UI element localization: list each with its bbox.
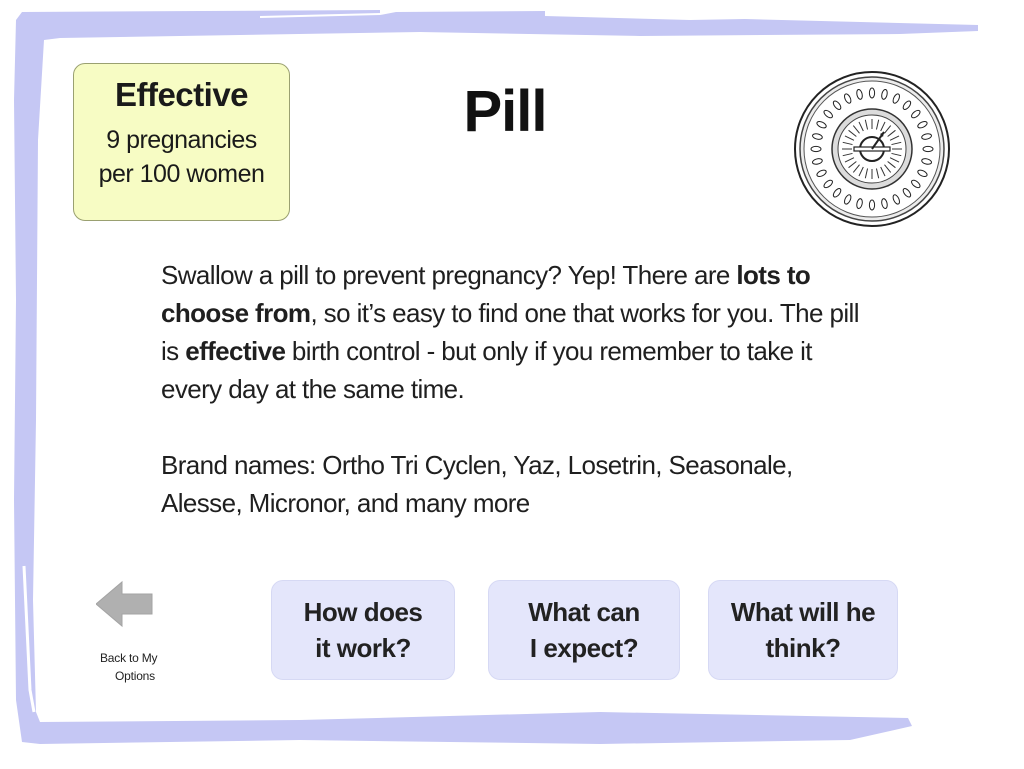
what-will-he-think-button[interactable]: What will he think? xyxy=(708,580,898,680)
back-label-line2: Options xyxy=(115,669,155,683)
pill-dot xyxy=(868,87,876,99)
pill-dot xyxy=(810,145,822,153)
effectiveness-rate-line2: per 100 women xyxy=(98,160,265,188)
how-does-it-work-label: How does it work? xyxy=(303,597,423,663)
pill-dot xyxy=(868,199,876,211)
effectiveness-rate-line1: 9 pregnancies xyxy=(106,126,257,154)
description-text-1: Swallow a pill to prevent pregnancy? Yep… xyxy=(161,260,737,290)
back-label-line1: Back to My xyxy=(100,651,158,665)
what-will-he-think-label: What will he think? xyxy=(730,597,876,663)
back-arrow-icon xyxy=(96,580,153,628)
how-does-it-work-button[interactable]: How does it work? xyxy=(271,580,455,680)
brand-names: Brand names: Ortho Tri Cyclen, Yaz, Lose… xyxy=(161,450,793,518)
pill-pack-icon xyxy=(794,71,950,227)
back-to-options-button[interactable]: Back to My Options xyxy=(90,578,170,688)
back-button-label: Back to My Options xyxy=(90,649,170,685)
description-bold-2: effective xyxy=(185,336,286,366)
description: Swallow a pill to prevent pregnancy? Yep… xyxy=(161,256,861,522)
effectiveness-title: Effective xyxy=(114,76,249,113)
what-can-i-expect-button[interactable]: What can I expect? xyxy=(488,580,680,680)
what-can-i-expect-label: What can I expect? xyxy=(528,597,640,663)
page-title: Pill xyxy=(463,79,547,144)
effectiveness-box: Effective 9 pregnancies per 100 women xyxy=(73,63,290,221)
description-paragraph: Swallow a pill to prevent pregnancy? Yep… xyxy=(161,256,861,408)
pill-dot xyxy=(922,145,934,153)
